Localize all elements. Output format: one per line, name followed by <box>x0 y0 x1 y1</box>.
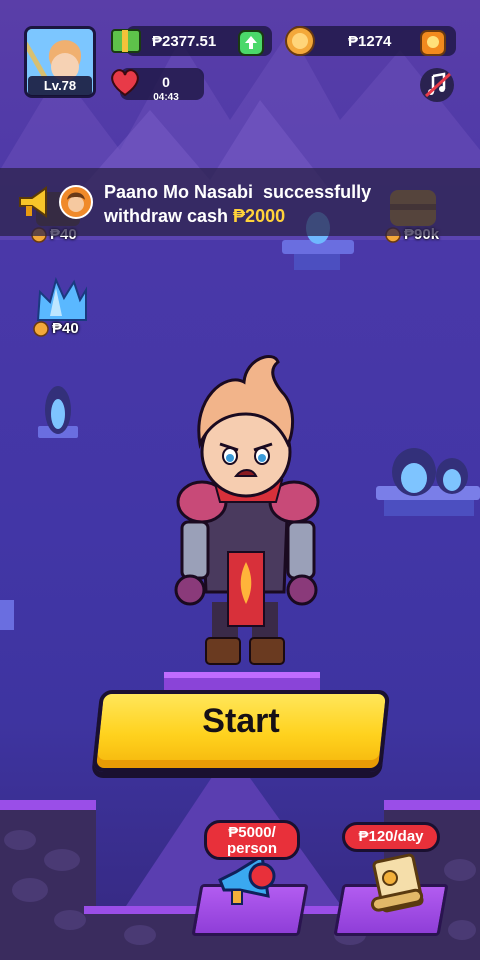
notification-message: Paano Mo Nasabi successfully withdraw ca… <box>104 180 474 228</box>
referral-reward-tag: ₱5000/ person <box>204 820 300 860</box>
game-scene: Lv.78 ₱2377.51 ₱1274 0 04:43 ₱40 <box>0 0 480 960</box>
hero-arm-left <box>180 520 210 580</box>
scroll-reward-icon[interactable] <box>366 848 430 916</box>
blue-crystal-icon[interactable] <box>34 276 90 324</box>
scroll-seal <box>382 870 398 886</box>
hero-character <box>174 355 320 665</box>
coin-inner <box>292 33 308 49</box>
notification-line-1: Paano Mo Nasabi successfully <box>104 182 372 202</box>
floating-platform <box>0 600 14 630</box>
cash-band <box>122 30 128 52</box>
cash-stack-icon <box>111 29 141 53</box>
notification-line-2: withdraw cash ₱2000 <box>104 204 474 228</box>
music-note-head <box>439 86 445 92</box>
hero-fist-right <box>286 574 318 606</box>
megaphone-horn <box>19 186 47 218</box>
crystal-price: ₱40 <box>52 320 79 337</box>
music-muted-icon[interactable] <box>418 66 456 104</box>
cash-amount: ₱2377.51 <box>152 33 217 50</box>
level-badge: Lv.78 <box>28 76 92 96</box>
portal-arch <box>401 463 427 493</box>
megaphone-handle <box>26 206 32 216</box>
portal-arch <box>443 469 461 491</box>
crystal-body <box>36 277 87 321</box>
small-coin <box>33 321 49 337</box>
hero-fist-left <box>174 574 206 606</box>
rock-ground <box>384 800 480 810</box>
hero-pupil-right <box>258 454 266 462</box>
megaphone-icon <box>19 186 47 218</box>
notification-amount: ₱2000 <box>233 206 286 226</box>
gold-coin-icon <box>285 26 315 56</box>
rock-ground <box>0 800 96 960</box>
avatar-face <box>68 196 84 212</box>
invite-handle <box>231 889 243 905</box>
coin-exchange-icon[interactable] <box>420 30 446 56</box>
cash-withdraw-icon[interactable] <box>238 30 264 56</box>
hero-arm-right <box>286 520 316 580</box>
floating-platform <box>384 500 474 516</box>
lives-count: 0 <box>162 74 170 90</box>
floating-platform <box>294 254 340 270</box>
hero-boot-left <box>205 637 241 665</box>
coin-amount: ₱1274 <box>348 33 392 50</box>
hero-pupil-left <box>226 454 234 462</box>
coin-small-icon <box>33 321 49 337</box>
rock-ground <box>0 800 96 810</box>
referral-tag-line-1: ₱5000/ <box>228 824 276 841</box>
referral-tag-line-2: person <box>226 840 277 857</box>
daily-reward-tag: ₱120/day <box>342 822 440 852</box>
portal-arch <box>51 399 65 429</box>
hero-boot-right <box>249 637 285 665</box>
invite-horn-ring <box>248 862 276 890</box>
user-avatar-icon <box>59 185 93 219</box>
lives-timer: 04:43 <box>153 92 179 103</box>
exchange-symbol <box>427 36 439 48</box>
notification-line-2-text: withdraw cash <box>104 206 234 226</box>
heart-shape <box>111 69 139 97</box>
start-button-label: Start <box>202 702 280 740</box>
heart-icon <box>111 69 139 97</box>
